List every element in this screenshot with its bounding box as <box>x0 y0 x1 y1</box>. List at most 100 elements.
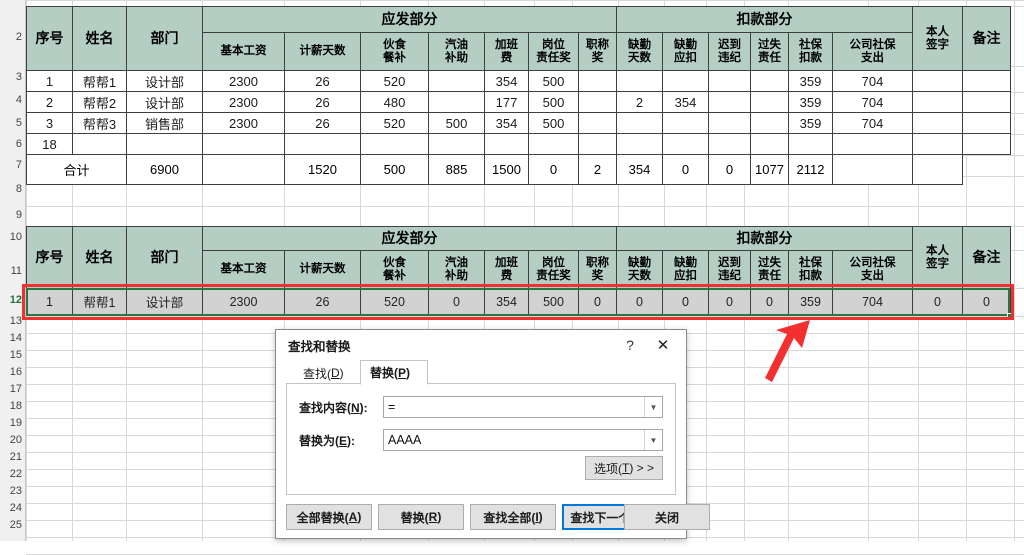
selected-cell-9[interactable]: 0 <box>577 288 618 315</box>
tab-find[interactable]: 查找(D) <box>294 362 360 384</box>
cell-r3-c1[interactable] <box>72 133 127 155</box>
cell-r3-c6[interactable] <box>428 133 485 155</box>
row-header-23[interactable]: 23 <box>0 485 24 497</box>
row-header-2[interactable]: 2 <box>0 31 24 43</box>
selected-cell-2[interactable]: 设计部 <box>126 288 203 315</box>
cell-r0-c4[interactable]: 26 <box>284 70 361 92</box>
row-header-16[interactable]: 16 <box>0 366 24 378</box>
cell-r2-c13[interactable] <box>750 112 790 134</box>
cell-r2-c11[interactable] <box>662 112 710 134</box>
cell-r3-c4[interactable] <box>284 133 361 155</box>
selected-cell-5[interactable]: 520 <box>360 288 429 315</box>
cell-r1-c10[interactable]: 2 <box>616 91 664 113</box>
dialog-button-0[interactable]: 全部替换(A) <box>286 504 372 530</box>
cell-r0-c2[interactable]: 设计部 <box>126 70 203 92</box>
cell-r2-c1[interactable]: 帮帮3 <box>72 112 127 134</box>
selected-cell-3[interactable]: 2300 <box>202 288 285 315</box>
cell-r2-c8[interactable]: 500 <box>528 112 579 134</box>
total-cell-14[interactable] <box>912 154 964 185</box>
selected-cell-7[interactable]: 354 <box>484 288 529 315</box>
row-header-24[interactable]: 24 <box>0 502 24 514</box>
cell-r3-c16[interactable] <box>912 133 964 155</box>
selected-cell-13[interactable]: 0 <box>750 288 790 315</box>
cell-r3-c2[interactable] <box>126 133 203 155</box>
chevron-down-icon[interactable]: ▼ <box>644 430 662 450</box>
row-header-25[interactable]: 25 <box>0 519 24 531</box>
cell-r3-c9[interactable] <box>577 133 618 155</box>
cell-r2-c0[interactable]: 3 <box>26 112 73 134</box>
total-cell-5[interactable]: 1500 <box>484 154 529 185</box>
row-header-22[interactable]: 22 <box>0 468 24 480</box>
cell-r3-c7[interactable] <box>484 133 529 155</box>
table-row[interactable]: 1 帮帮1 设计部 2300 26 520 354 500 359 704 <box>26 70 1012 92</box>
row-header-20[interactable]: 20 <box>0 434 24 446</box>
selected-cell-1[interactable]: 帮帮1 <box>72 288 127 315</box>
close-icon[interactable]: ✕ <box>650 334 676 356</box>
fill-handle[interactable] <box>1007 313 1012 318</box>
cell-r0-c13[interactable] <box>750 70 790 92</box>
selected-cell-11[interactable]: 0 <box>662 288 710 315</box>
replace-with-input[interactable] <box>384 430 644 450</box>
cell-r2-c3[interactable]: 2300 <box>202 112 285 134</box>
cell-r0-c16[interactable] <box>912 70 964 92</box>
cell-r2-c16[interactable] <box>912 112 964 134</box>
dialog-button-4[interactable]: 关闭 <box>624 504 710 530</box>
table-total-row[interactable]: 合计 6900 1520 500 885 1500 0 2 354 0 0 1077 2112 <box>26 154 1011 185</box>
cell-r0-c8[interactable]: 500 <box>528 70 579 92</box>
total-cell-10[interactable]: 0 <box>708 154 752 185</box>
cell-r2-c6[interactable]: 500 <box>428 112 485 134</box>
selected-cell-0[interactable]: 1 <box>26 288 73 315</box>
cell-r1-c15[interactable]: 704 <box>832 91 914 113</box>
cell-r0-c3[interactable]: 2300 <box>202 70 285 92</box>
cell-r2-c10[interactable] <box>616 112 664 134</box>
row-header-4[interactable]: 4 <box>0 94 24 106</box>
selected-table-row[interactable]: 1 帮帮1 设计部 2300 26 520 0 354 500 0 0 0 0 0 359 704 0 0 <box>26 288 1012 315</box>
cell-r1-c9[interactable] <box>577 91 618 113</box>
row-header-21[interactable]: 21 <box>0 451 24 463</box>
cell-r3-c14[interactable] <box>788 133 834 155</box>
cell-r0-c10[interactable] <box>616 70 664 92</box>
row-header-14[interactable]: 14 <box>0 332 24 344</box>
cell-r2-c12[interactable] <box>708 112 752 134</box>
cell-r3-c17[interactable] <box>962 133 1012 155</box>
cell-r0-c1[interactable]: 帮帮1 <box>72 70 127 92</box>
total-cell-9[interactable]: 0 <box>662 154 710 185</box>
row-header-12[interactable]: 12 <box>0 294 24 306</box>
cell-r2-c2[interactable]: 销售部 <box>126 112 203 134</box>
cell-r2-c9[interactable] <box>577 112 618 134</box>
cell-r1-c2[interactable]: 设计部 <box>126 91 203 113</box>
cell-r3-c11[interactable] <box>662 133 710 155</box>
total-cell-3[interactable]: 500 <box>360 154 429 185</box>
replace-with-combo[interactable]: ▼ <box>383 429 663 451</box>
selected-cell-15[interactable]: 704 <box>832 288 914 315</box>
cell-r1-c5[interactable]: 480 <box>360 91 429 113</box>
selected-cell-6[interactable]: 0 <box>428 288 485 315</box>
cell-r0-c0[interactable]: 1 <box>26 70 73 92</box>
cell-r2-c7[interactable]: 354 <box>484 112 529 134</box>
cell-r1-c0[interactable]: 2 <box>26 91 73 113</box>
cell-r3-c5[interactable] <box>360 133 429 155</box>
total-cell-4[interactable]: 885 <box>428 154 485 185</box>
tab-replace[interactable]: 替换(P) <box>360 360 428 385</box>
table-row[interactable]: 3 帮帮3 销售部 2300 26 520 500 354 500 359 704 <box>26 112 1012 134</box>
cell-r1-c14[interactable]: 359 <box>788 91 834 113</box>
cell-r1-c13[interactable] <box>750 91 790 113</box>
cell-r3-c8[interactable] <box>528 133 579 155</box>
row-header-11[interactable]: 11 <box>0 265 24 277</box>
cell-r1-c7[interactable]: 177 <box>484 91 529 113</box>
row-header-6[interactable]: 6 <box>0 138 24 150</box>
cell-r1-c4[interactable]: 26 <box>284 91 361 113</box>
cell-r2-c14[interactable]: 359 <box>788 112 834 134</box>
row-header-3[interactable]: 3 <box>0 71 24 83</box>
row-header-10[interactable]: 10 <box>0 231 24 243</box>
selected-cell-8[interactable]: 500 <box>528 288 579 315</box>
row-header-18[interactable]: 18 <box>0 400 24 412</box>
dialog-title-bar[interactable]: 查找和替换 ? ✕ <box>276 330 686 360</box>
options-button[interactable]: 选项(T) > > <box>585 456 663 480</box>
cell-r0-c5[interactable]: 520 <box>360 70 429 92</box>
total-cell-7[interactable]: 2 <box>577 154 618 185</box>
cell-r1-c12[interactable] <box>708 91 752 113</box>
cell-r2-c4[interactable]: 26 <box>284 112 361 134</box>
selected-cell-16[interactable]: 0 <box>912 288 964 315</box>
cell-r0-c14[interactable]: 359 <box>788 70 834 92</box>
